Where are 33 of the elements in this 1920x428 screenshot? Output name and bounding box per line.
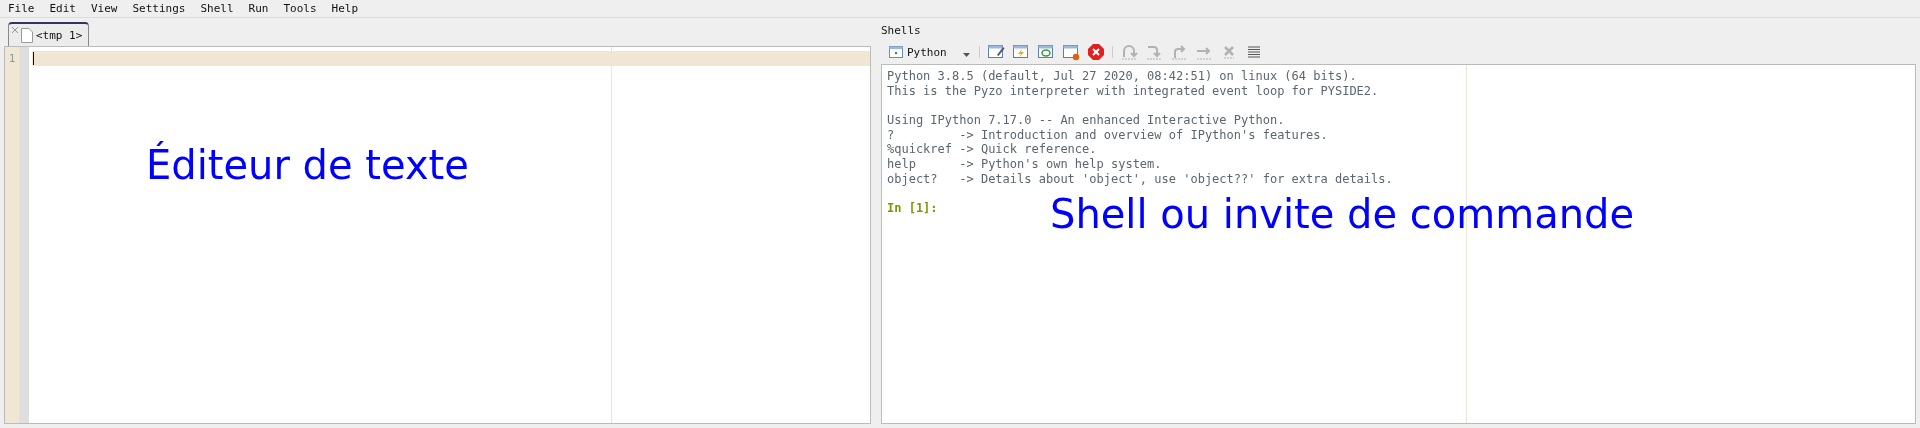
console-output-line: ? -> Introduction and overview of IPython's features. bbox=[887, 127, 1328, 142]
window-icon[interactable] bbox=[1061, 43, 1080, 61]
window-icon[interactable] bbox=[1011, 43, 1030, 61]
menu-item[interactable]: Settings bbox=[132, 2, 186, 15]
shell-console[interactable] bbox=[881, 64, 1916, 424]
window-icon bbox=[889, 46, 903, 58]
shell-selector[interactable]: Python bbox=[887, 45, 972, 59]
line-number: 1 bbox=[8, 52, 16, 67]
document-icon bbox=[21, 27, 33, 43]
dropdown-caret-icon bbox=[962, 52, 970, 57]
console-output-line: Using IPython 7.17.0 -- An enhanced Interactive Python. bbox=[887, 113, 1285, 128]
menu-item[interactable]: Shell bbox=[200, 2, 234, 15]
close-icon[interactable] bbox=[12, 27, 18, 33]
close-icon[interactable] bbox=[1086, 43, 1105, 61]
menu-item[interactable]: Help bbox=[331, 2, 359, 15]
console-output-line: %quickref -> Quick reference. bbox=[887, 142, 1097, 157]
window-icon[interactable] bbox=[1036, 43, 1055, 61]
console-output-line: Python 3.8.5 (default, Jul 27 2020, 08:42:51) on linux (64 bits). bbox=[887, 69, 1357, 83]
editor-tab[interactable]: <tmp 1> bbox=[8, 22, 90, 46]
window-icon[interactable] bbox=[986, 43, 1005, 61]
code-editor[interactable]: 1 Éditeur de texte bbox=[4, 46, 871, 424]
console-output-line: help -> Python's own help system. bbox=[887, 157, 1162, 172]
menu-item[interactable]: Edit bbox=[49, 2, 76, 15]
menu-item[interactable]: File bbox=[8, 2, 35, 15]
annotation-label: Shell ou invite de commande bbox=[1050, 194, 1635, 234]
panel-title: Shells bbox=[881, 22, 922, 39]
console-prompt: In [1]: bbox=[887, 201, 938, 216]
console-output-line: This is the Pyzo interpreter with integrated event loop for PYSIDE2. bbox=[887, 83, 1379, 98]
text-cursor bbox=[33, 52, 34, 65]
menu-item[interactable]: View bbox=[91, 2, 118, 15]
menu-item[interactable]: Tools bbox=[283, 2, 317, 15]
console-output-line: object? -> Details about 'object', use 'object??' for extra details. bbox=[887, 171, 1393, 186]
menu-item[interactable]: Run bbox=[248, 2, 269, 15]
